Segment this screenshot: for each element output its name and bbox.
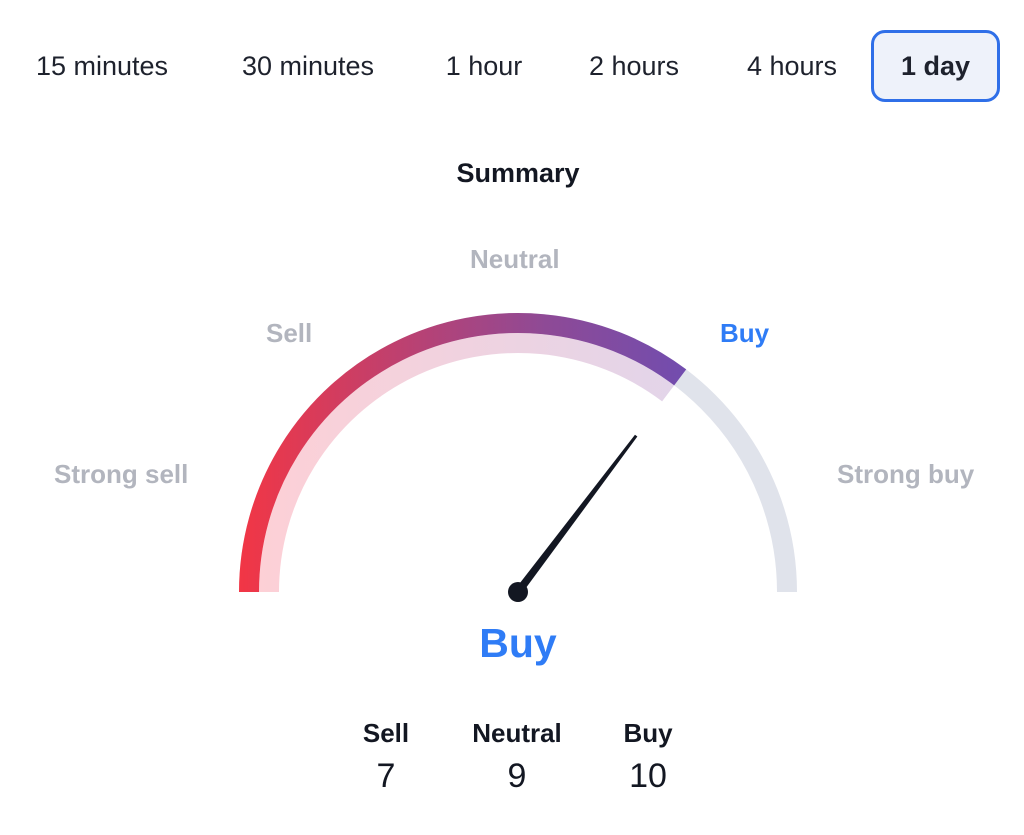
count-neutral-value: 9 [507,757,527,795]
count-buy-value: 10 [629,757,667,795]
count-sell: Sell 7 [316,718,456,796]
gauge-track [239,313,797,593]
count-sell-value: 7 [376,757,396,795]
sentiment-gauge [239,313,797,602]
count-sell-label: Sell [362,718,410,748]
gauge-inner-fill [259,333,675,593]
gauge-needle-pivot [508,582,528,602]
count-neutral-label: Neutral [472,718,562,748]
summary-result: Buy [479,620,557,666]
count-buy: Buy 10 [578,718,718,796]
gauge-needle [514,434,638,595]
count-neutral: Neutral 9 [447,718,587,796]
count-buy-label: Buy [623,718,673,748]
